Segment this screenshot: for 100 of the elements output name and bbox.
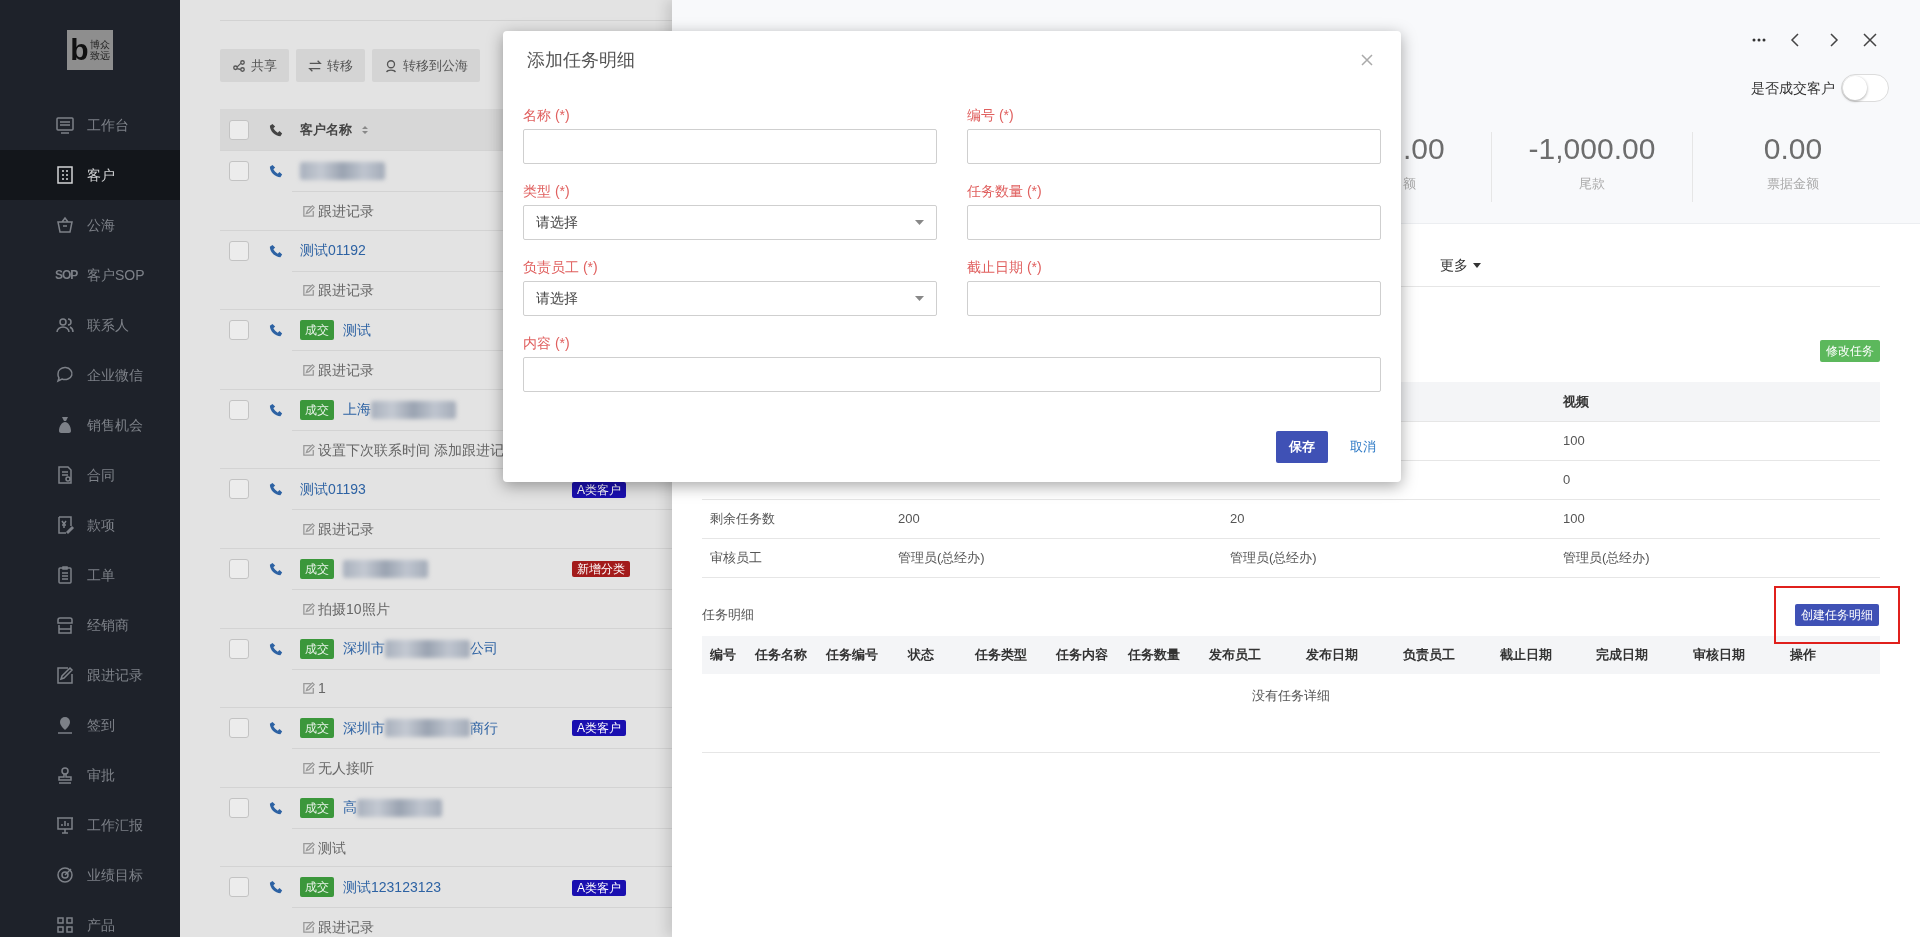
- sidebar-item[interactable]: 业绩目标: [0, 850, 180, 900]
- customer-link[interactable]: 测试01193: [300, 478, 366, 500]
- category-tag: A类客户: [572, 720, 626, 737]
- edit-icon[interactable]: [303, 443, 315, 456]
- edit-icon[interactable]: [303, 841, 315, 854]
- cancel-link[interactable]: 取消: [1350, 437, 1376, 457]
- customer-link[interactable]: 公司: [470, 638, 498, 660]
- dialog-title: 添加任务明细: [527, 48, 635, 72]
- sidebar-item[interactable]: 工单: [0, 550, 180, 600]
- select-field[interactable]: 请选择: [523, 281, 937, 316]
- edit-icon[interactable]: [303, 523, 315, 536]
- select-field[interactable]: 请选择: [523, 205, 937, 240]
- stat-value: .00: [1403, 132, 1446, 166]
- edit-icon[interactable]: [303, 921, 315, 934]
- edit-icon[interactable]: [303, 602, 315, 615]
- phone-icon[interactable]: [269, 800, 283, 815]
- document-icon: [55, 465, 75, 485]
- customer-link[interactable]: 测试01192: [300, 240, 366, 262]
- sidebar-item[interactable]: 签到: [0, 700, 180, 750]
- customer-link[interactable]: 商行: [470, 717, 498, 739]
- column-header[interactable]: 客户名称: [300, 119, 352, 140]
- stat-label: 票据金额: [1766, 175, 1820, 193]
- sidebar-item[interactable]: 企业微信: [0, 350, 180, 400]
- sidebar-item[interactable]: 经销商: [0, 600, 180, 650]
- sidebar-item[interactable]: 公海: [0, 200, 180, 250]
- customer-link[interactable]: 深圳市: [343, 717, 385, 739]
- checkbox[interactable]: [229, 638, 249, 659]
- edit-icon[interactable]: [303, 761, 315, 774]
- checkbox[interactable]: [229, 320, 249, 341]
- stat-label: 额: [1403, 175, 1417, 193]
- toolbar-button[interactable]: 共享: [220, 49, 289, 82]
- toolbar-button[interactable]: 转移到公海: [372, 49, 480, 82]
- input-field[interactable]: [967, 205, 1381, 240]
- sidebar-item[interactable]: 跟进记录: [0, 650, 180, 700]
- note-text: 跟进记录: [318, 919, 374, 936]
- edit-icon[interactable]: [303, 682, 315, 695]
- sidebar-item[interactable]: 审批: [0, 750, 180, 800]
- input-field[interactable]: [523, 357, 1381, 392]
- save-button[interactable]: 保存: [1276, 431, 1328, 463]
- phone-icon[interactable]: [269, 402, 283, 417]
- phone-icon[interactable]: [269, 323, 283, 338]
- sidebar-item[interactable]: 联系人: [0, 300, 180, 350]
- checkbox[interactable]: [229, 797, 249, 818]
- phone-icon[interactable]: [269, 721, 283, 736]
- phone-icon[interactable]: [269, 122, 283, 137]
- toggle-switch[interactable]: [1841, 74, 1889, 102]
- input-field[interactable]: [967, 281, 1381, 316]
- note-text: 跟进记录: [318, 521, 374, 538]
- phone-icon[interactable]: [269, 641, 283, 656]
- checkbox[interactable]: [229, 399, 249, 420]
- phone-icon[interactable]: [269, 243, 283, 258]
- field-label: 编号 (*): [967, 106, 1015, 125]
- customer-link[interactable]: 测试: [343, 319, 371, 341]
- store-icon: [55, 615, 75, 635]
- checkbox[interactable]: [229, 240, 249, 261]
- checkbox[interactable]: [229, 161, 249, 181]
- checkbox[interactable]: [229, 718, 249, 739]
- sort-icon[interactable]: [361, 124, 369, 135]
- edit-icon[interactable]: [303, 204, 315, 217]
- sidebar-item[interactable]: 款项: [0, 500, 180, 550]
- close-icon[interactable]: [1862, 32, 1878, 48]
- monitor-icon: [55, 115, 75, 135]
- phone-icon[interactable]: [269, 880, 283, 895]
- checkbox[interactable]: [229, 479, 249, 500]
- customer-link[interactable]: 深圳市: [343, 638, 385, 660]
- presentation-icon: [55, 815, 75, 835]
- phone-icon[interactable]: [269, 164, 283, 178]
- checkbox[interactable]: [229, 877, 249, 898]
- row-label: 审核员工: [710, 549, 762, 565]
- customer-link[interactable]: 上海: [343, 399, 371, 421]
- transfer-icon: [308, 58, 322, 73]
- checkbox[interactable]: [229, 119, 249, 140]
- sidebar-item[interactable]: 产品: [0, 900, 180, 937]
- edit-icon[interactable]: [303, 364, 315, 376]
- input-field[interactable]: [967, 129, 1381, 164]
- sidebar-item[interactable]: 销售机会: [0, 400, 180, 450]
- field-label: 名称 (*): [523, 106, 571, 125]
- row-label: 剩余任务数: [710, 510, 775, 526]
- field-label: 类型 (*): [523, 182, 571, 201]
- toolbar-button[interactable]: 转移: [296, 49, 365, 82]
- phone-icon[interactable]: [269, 561, 283, 576]
- sidebar-item[interactable]: 工作台: [0, 100, 180, 150]
- phone-icon[interactable]: [269, 482, 283, 497]
- customer-link[interactable]: 测试123123123: [343, 876, 442, 898]
- sidebar-item[interactable]: 合同: [0, 450, 180, 500]
- table-cell: 管理员(总经办): [898, 549, 985, 565]
- sidebar-item[interactable]: 客户: [0, 150, 180, 200]
- checkbox[interactable]: [229, 558, 249, 579]
- input-field[interactable]: [523, 129, 937, 164]
- field-label: 任务数量 (*): [967, 182, 1043, 201]
- customer-link[interactable]: 高: [343, 797, 357, 819]
- sidebar-item[interactable]: SOP 客户SOP: [0, 250, 180, 300]
- sidebar-item[interactable]: 工作汇报: [0, 800, 180, 850]
- status-tag: 成交: [300, 718, 334, 739]
- edit-icon[interactable]: [303, 284, 315, 297]
- create-detail-button[interactable]: 创建任务明细: [1795, 603, 1879, 626]
- status-tag: 成交: [300, 638, 334, 659]
- table-cell: 管理员(总经办): [1230, 549, 1317, 565]
- status-tag: 成交: [300, 399, 334, 420]
- more-dropdown[interactable]: 更多: [1440, 255, 1481, 276]
